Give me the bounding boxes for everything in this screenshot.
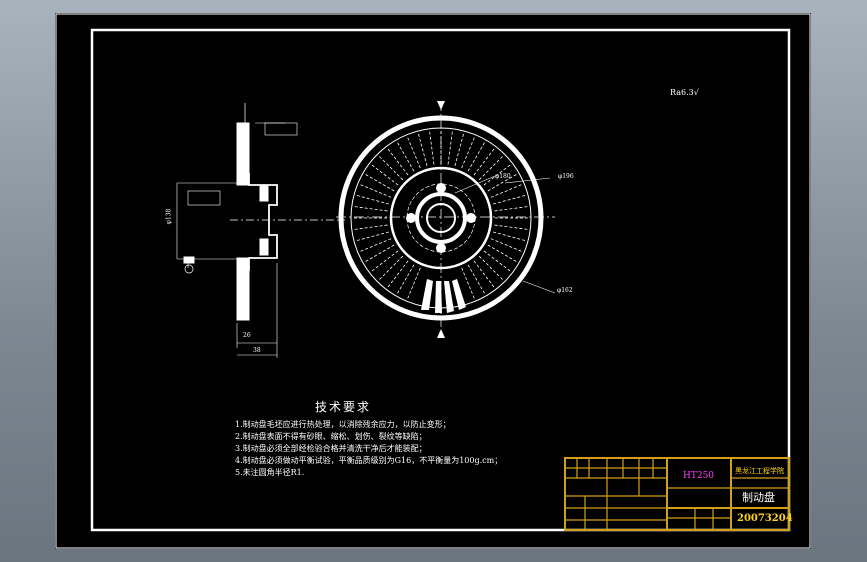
section-view (176, 103, 345, 358)
vent-line (461, 267, 476, 300)
requirement-item: 2.制动盘表面不得有砂眼、缩松、划伤、裂纹等缺陷； (235, 432, 427, 441)
vent-line (494, 206, 529, 212)
vent-line (406, 136, 421, 169)
roughness-mark: Ra6.3√ (670, 88, 699, 97)
dim-label: 16 (261, 245, 269, 252)
requirement-item: 3.制动盘必须全部经检验合格并清洗干净后才能装配； (235, 444, 427, 453)
vent-line (487, 244, 518, 263)
vent-line (355, 231, 389, 242)
dim-label: φ196 (558, 173, 574, 180)
vent-line (473, 260, 495, 289)
vent-line (490, 183, 523, 198)
vent-line (364, 244, 395, 263)
vent-line (490, 238, 523, 253)
front-view (336, 101, 556, 338)
vent-line (359, 238, 392, 253)
vent-line (429, 130, 435, 165)
school-name: 黑龙江工程学院 (735, 467, 784, 475)
vent-line (378, 255, 404, 281)
drawing-number: 20073204 (737, 513, 793, 524)
vent-line (417, 132, 428, 166)
material-label: HT250 (683, 471, 715, 481)
vent-line (364, 173, 395, 192)
part-name: 制动盘 (742, 491, 775, 504)
requirements-title: 技术要求 (315, 400, 372, 414)
vent-line (355, 194, 389, 205)
vent-line (494, 224, 529, 230)
vent-line (396, 141, 415, 172)
dim-label: φ162 (557, 287, 573, 294)
vent-line (483, 250, 512, 272)
requirement-item: 4.制动盘必须做动平衡试验，平衡品质级别为G16，不平衡量为100g.cm； (235, 456, 503, 465)
vent-line (447, 130, 453, 165)
dim-label: 38 (253, 347, 261, 354)
vent-line (493, 231, 527, 242)
vent-line (359, 183, 392, 198)
vent-line (406, 267, 421, 300)
vent-line (493, 194, 527, 205)
vent-line (387, 147, 409, 176)
dim-label: 26 (243, 332, 251, 339)
vent-line (370, 250, 399, 272)
vent-line (353, 206, 388, 212)
vent-line (454, 132, 465, 166)
vent-line (461, 136, 476, 169)
vent-line (473, 147, 495, 176)
dim-label: φ180 (495, 173, 511, 180)
requirement-item: 5.未注圆角半径R1. (235, 468, 305, 477)
vent-line (467, 141, 486, 172)
vent-line (387, 260, 409, 289)
vent-line (378, 155, 404, 181)
vent-line (478, 255, 504, 281)
vent-line (396, 264, 415, 295)
vent-line (467, 264, 486, 295)
dim-label: φ138 (165, 208, 173, 225)
requirement-item: 1.制动盘毛坯应进行热处理，以消除残余应力，以防止变形； (235, 420, 451, 429)
drawing-sheet: Ra6.3√ φ180 φ196 φ162 φ138 26 38 16 技术要求… (55, 13, 811, 549)
vent-line (370, 164, 399, 186)
vent-line (353, 224, 388, 230)
